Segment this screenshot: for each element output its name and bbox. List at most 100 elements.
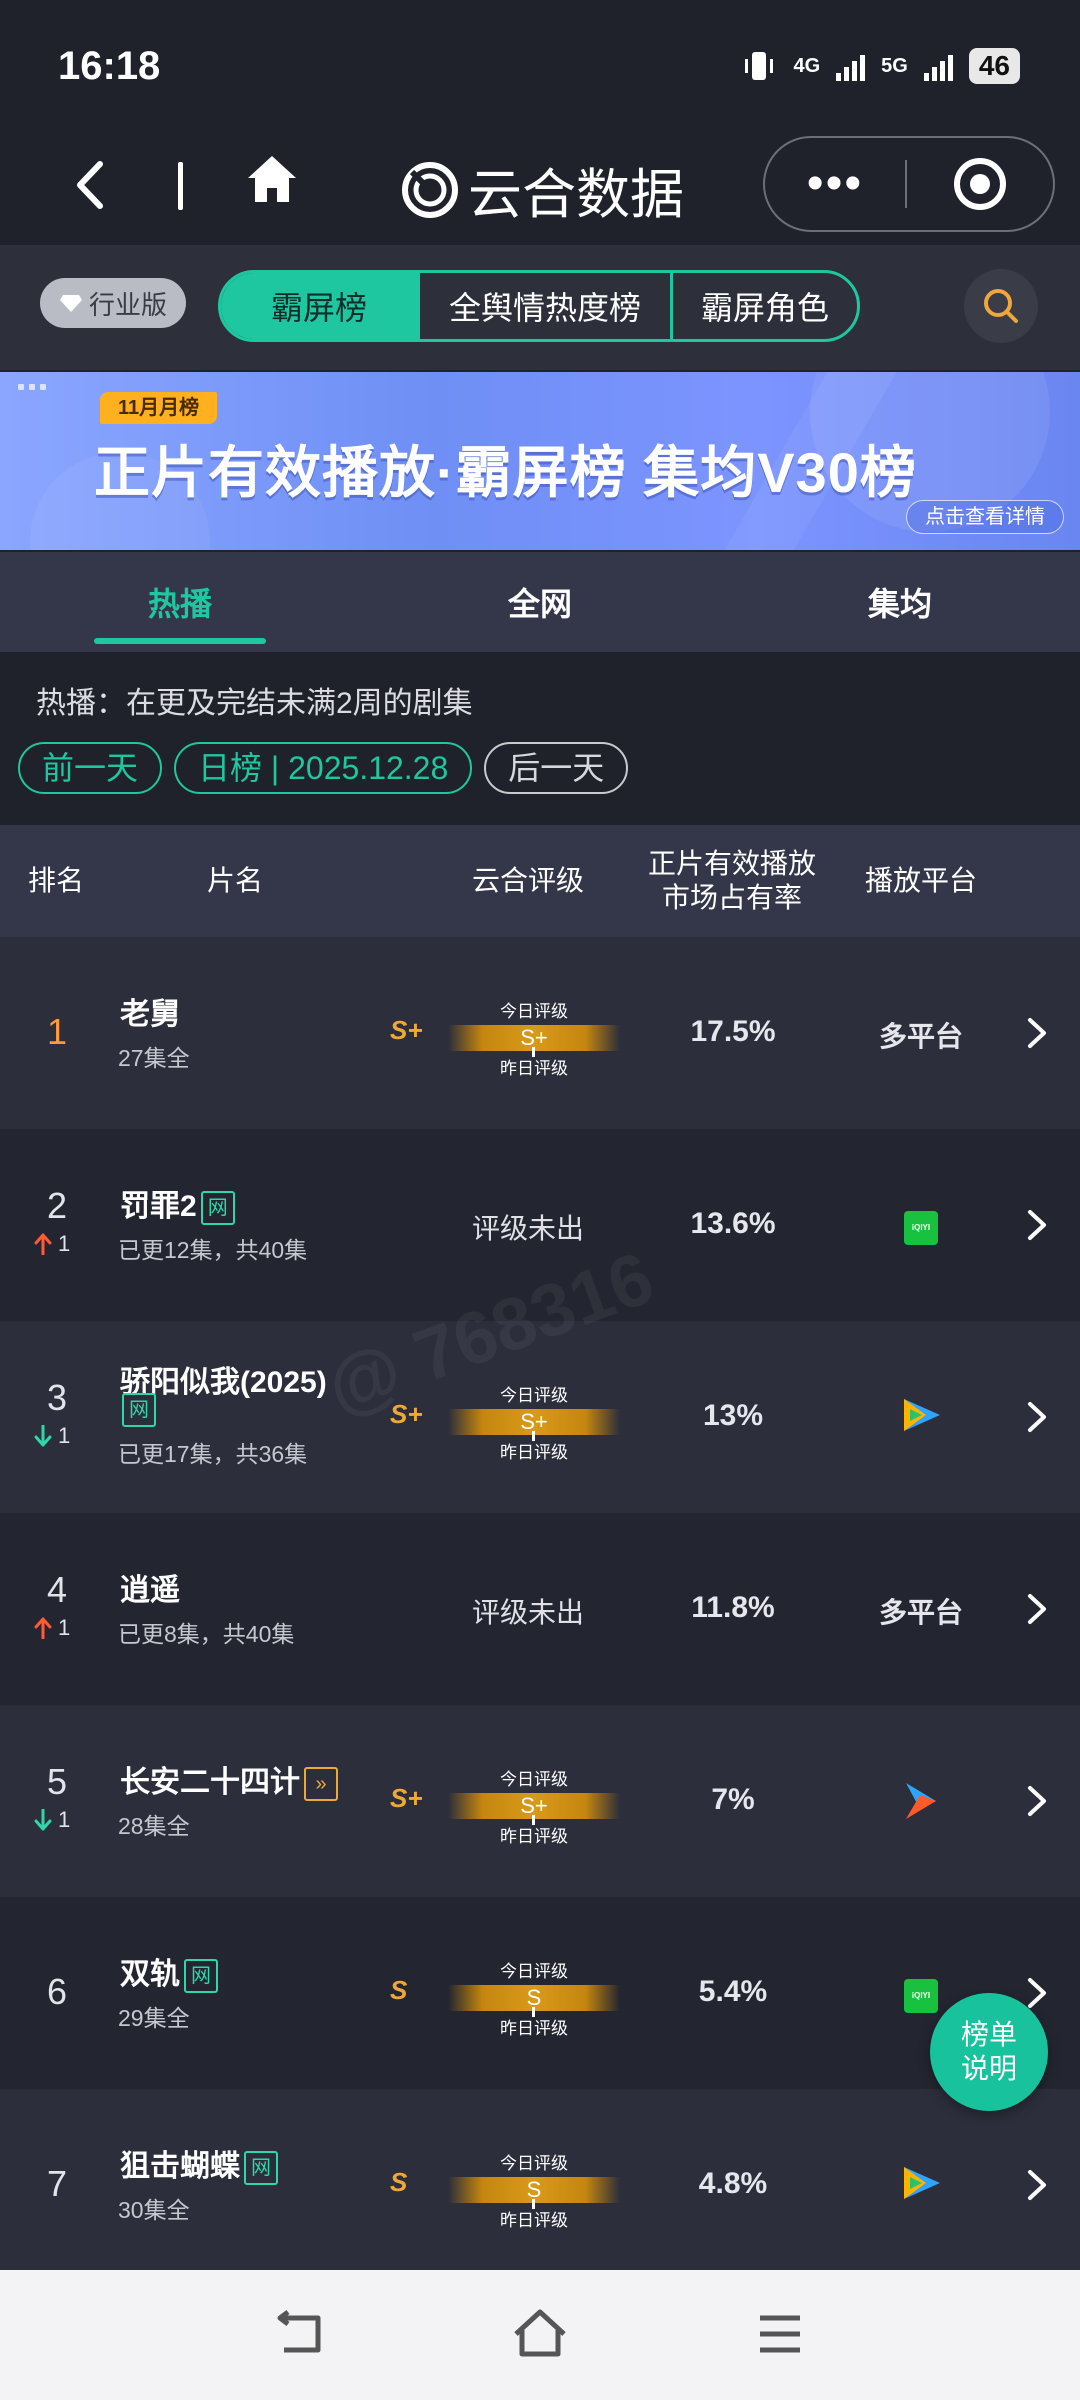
today-grade-label: 今日评级 bbox=[500, 1770, 568, 1789]
episode-info: 27集全 bbox=[118, 1045, 190, 1071]
search-button[interactable] bbox=[964, 269, 1038, 343]
table-row[interactable]: 6 双轨网 29集全 S 今日评级 S 昨日评级 5.4% iQIYI bbox=[0, 1897, 1080, 2089]
banner-detail-link[interactable]: 点击查看详情 bbox=[906, 500, 1064, 534]
yesterday-grade-label: 昨日评级 bbox=[500, 2019, 568, 2038]
brand: 云合数据 bbox=[402, 150, 684, 229]
status-icons: 4G 5G 46 bbox=[741, 48, 1020, 84]
chevron-right-icon[interactable] bbox=[1026, 1977, 1048, 2009]
table-row[interactable]: 3 1 骄阳似我(2025) 网已更17集，共36集 S+ 今日评级 S+ 昨日评级 1… bbox=[0, 1321, 1080, 1513]
edition-badge[interactable]: 行业版 bbox=[40, 278, 186, 328]
prev-day-button[interactable]: 前一天 bbox=[18, 742, 163, 794]
brand-name: 云合数据 bbox=[468, 165, 684, 225]
table-row[interactable]: 2 1 罚罪2 网已更12集，共40集 评级未出 13.6% iQIYI bbox=[0, 1129, 1080, 1321]
market-share: 5.4% bbox=[698, 1975, 768, 2008]
chevron-right-icon[interactable] bbox=[1026, 2169, 1048, 2201]
tab-quanyuqing[interactable]: 全舆情热度榜 bbox=[417, 273, 670, 339]
episode-info: 28集全 bbox=[118, 1813, 190, 1839]
drama-title-text: 老舅 bbox=[120, 998, 180, 1031]
drama-title: 长安二十四计» bbox=[120, 1757, 338, 1802]
back-icon[interactable] bbox=[70, 160, 110, 210]
network-drama-badge: 网 bbox=[200, 1191, 235, 1226]
col-market-share: 正片有效播放 市场占有率 bbox=[647, 848, 816, 913]
drama-title-text: 长安二十四计 bbox=[120, 1766, 300, 1799]
more-icon[interactable]: ••• bbox=[765, 138, 905, 230]
table-row[interactable]: 7 狙击蝴蝶网 30集全 S 今日评级 S 昨日评级 4.8% bbox=[0, 2089, 1080, 2281]
today-grade-label: 今日评级 bbox=[500, 2154, 568, 2173]
table-row[interactable]: 5 1 长安二十四计» 28集全 S+ 今日评级 S+ 昨日评级 7% bbox=[0, 1705, 1080, 1897]
col-title: 片名 bbox=[206, 865, 263, 896]
status-time: 16:18 bbox=[58, 44, 161, 88]
sub-tabs: 热播 全网 集均 bbox=[0, 552, 1080, 652]
system-menu-icon[interactable] bbox=[750, 2304, 810, 2364]
network-drama-badge: 网 bbox=[122, 1393, 156, 1427]
float-button-line1: 榜单 bbox=[960, 2019, 1017, 2050]
current-date-selector[interactable]: 日榜 | 2025.12.28 bbox=[174, 742, 473, 794]
system-back-icon[interactable] bbox=[270, 2304, 330, 2364]
market-share: 13% bbox=[702, 1399, 764, 1432]
rank-change: 1 bbox=[34, 1807, 70, 1833]
tab-quanwang[interactable]: 全网 bbox=[360, 552, 720, 652]
rank-number: 7 bbox=[46, 2163, 68, 2204]
drama-title: 罚罪2 网 bbox=[120, 1181, 235, 1226]
chevron-right-icon[interactable] bbox=[1026, 1593, 1048, 1625]
next-day-button[interactable]: 后一天 bbox=[484, 742, 629, 794]
close-target-icon[interactable] bbox=[907, 156, 1053, 212]
rank-down-icon bbox=[34, 1809, 52, 1831]
yunhe-logo-icon bbox=[402, 161, 458, 218]
youku-icon bbox=[906, 1783, 936, 1819]
platform-icon-wrap: iQIYI bbox=[852, 1205, 990, 1245]
system-home-icon[interactable] bbox=[510, 2304, 570, 2364]
grade-comparison: 今日评级 S+ 昨日评级 bbox=[448, 1765, 620, 1847]
market-share: 11.8% bbox=[691, 1591, 775, 1624]
chevron-right-icon[interactable] bbox=[1026, 1017, 1048, 1049]
tab-bapingjuese[interactable]: 霸屏角色 bbox=[670, 273, 857, 339]
market-share: 17.5% bbox=[690, 1015, 776, 1048]
platform-label: 多平台 bbox=[878, 1597, 963, 1628]
search-icon bbox=[984, 289, 1018, 323]
yesterday-grade-label: 昨日评级 bbox=[500, 1059, 568, 1078]
vibrate-icon bbox=[745, 52, 774, 80]
nav-divider bbox=[178, 162, 183, 210]
col-platform: 播放平台 bbox=[864, 865, 977, 896]
list-description: 热播：在更及完结未满2周的剧集 bbox=[36, 687, 473, 720]
fast-forward-badge-icon: » bbox=[304, 1767, 338, 1802]
rank-change-value: 1 bbox=[58, 1231, 71, 1256]
signal-icon bbox=[836, 51, 866, 81]
ranking-explanation-button[interactable]: 榜单 说明 bbox=[930, 1993, 1048, 2111]
grade-comparison: 今日评级 S 昨日评级 bbox=[448, 1957, 620, 2039]
tab-jijun[interactable]: 集均 bbox=[720, 552, 1080, 652]
yesterday-grade-label: 昨日评级 bbox=[500, 1443, 568, 1462]
tab-rebo[interactable]: 热播 bbox=[0, 552, 360, 652]
rank-number: 5 bbox=[46, 1761, 68, 1802]
table-row[interactable]: 4 1 逍遥 已更8集，共40集 评级未出 11.8% 多平台 bbox=[0, 1513, 1080, 1705]
episode-info: 已更17集，共36集 bbox=[118, 1441, 308, 1467]
table-header: 排名 片名 云合评级 正片有效播放 市场占有率 播放平台 bbox=[0, 825, 1080, 937]
today-grade-label: 今日评级 bbox=[500, 1002, 568, 1021]
grade-bar: S+ bbox=[448, 1409, 620, 1441]
grade-comparison: 今日评级 S+ 昨日评级 bbox=[448, 997, 620, 1079]
diamond-icon bbox=[59, 295, 82, 312]
drama-title: 老舅 bbox=[120, 989, 180, 1033]
grade-pending: 评级未出 bbox=[471, 1213, 584, 1244]
chevron-right-icon[interactable] bbox=[1026, 1785, 1048, 1817]
drama-title-text: 双轨 bbox=[120, 1958, 180, 1991]
grade-value: S bbox=[390, 2167, 408, 2197]
tab-bapingbang[interactable]: 霸屏榜 bbox=[221, 273, 417, 339]
chevron-right-icon[interactable] bbox=[1026, 1401, 1048, 1433]
grade-comparison: 今日评级 S+ 昨日评级 bbox=[448, 1381, 620, 1463]
status-bar: 16:18 4G 5G 46 bbox=[0, 0, 1080, 130]
iqiyi-icon: iQIYI bbox=[904, 1979, 938, 2013]
rank-number: 3 bbox=[46, 1377, 68, 1418]
ranking-type-tabs: 霸屏榜 全舆情热度榜 霸屏角色 bbox=[218, 270, 860, 342]
home-icon[interactable] bbox=[244, 152, 300, 208]
grade-bar: S bbox=[448, 2177, 620, 2209]
banner-dots bbox=[18, 384, 46, 390]
chevron-right-icon[interactable] bbox=[1026, 1209, 1048, 1241]
date-navigation: 前一天 日榜 | 2025.12.28 后一天 bbox=[18, 742, 629, 794]
grade-bar: S+ bbox=[448, 1025, 620, 1057]
promo-banner[interactable]: 11月月榜 正片有效播放·霸屏榜 集均V30榜 点击查看详情 bbox=[0, 372, 1080, 550]
drama-title-text: 逍遥 bbox=[120, 1574, 180, 1607]
rank-change: 1 bbox=[34, 1615, 70, 1641]
table-row[interactable]: 1 老舅 27集全 S+ 今日评级 S+ 昨日评级 17.5% 多平台 bbox=[0, 937, 1080, 1129]
iqiyi-icon: iQIYI bbox=[904, 1211, 938, 1245]
